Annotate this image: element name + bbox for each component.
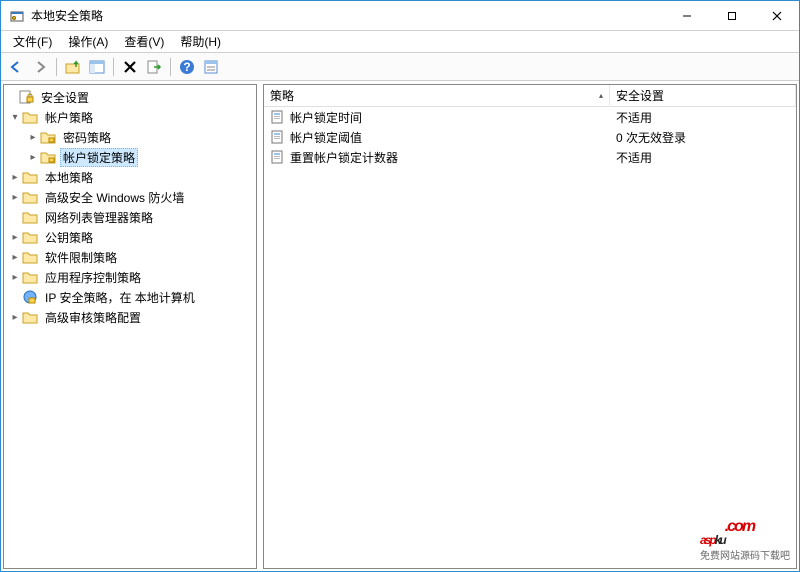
content-area: 安全设置 ▾ 帐户策略 ▸ 密码策略 ▸ 帐户锁定策略 [1, 81, 799, 571]
chevron-right-icon[interactable]: ▸ [8, 272, 22, 283]
menu-view[interactable]: 查看(V) [116, 31, 172, 52]
menubar: 文件(F) 操作(A) 查看(V) 帮助(H) [1, 31, 799, 53]
maximize-button[interactable] [709, 1, 754, 30]
chevron-right-icon[interactable]: ▸ [8, 252, 22, 263]
tree-password-policy[interactable]: ▸ 密码策略 [4, 127, 256, 147]
help-button[interactable]: ? [176, 56, 198, 78]
folder-icon [22, 109, 38, 125]
policy-icon [270, 149, 286, 165]
policy-name: 重置帐户锁定计数器 [290, 149, 398, 166]
properties-button[interactable] [200, 56, 222, 78]
list-row[interactable]: 帐户锁定时间 不适用 [264, 107, 796, 127]
policy-name: 帐户锁定阈值 [290, 129, 362, 146]
window-buttons [664, 1, 799, 30]
tree-firewall[interactable]: ▸ 高级安全 Windows 防火墙 [4, 187, 256, 207]
tree-ip-security[interactable]: ▸ IP 安全策略，在 本地计算机 [4, 287, 256, 307]
folder-icon [22, 189, 38, 205]
policy-value: 不适用 [610, 107, 796, 128]
tree-software-restriction[interactable]: ▸ 软件限制策略 [4, 247, 256, 267]
column-policy[interactable]: 策略 ▴ [264, 84, 610, 107]
toolbar-separator [56, 58, 57, 76]
menu-file[interactable]: 文件(F) [5, 31, 60, 52]
tree-audit[interactable]: ▸ 高级审核策略配置 [4, 307, 256, 327]
chevron-down-icon[interactable]: ▾ [8, 112, 22, 123]
security-icon [18, 89, 34, 105]
menu-action[interactable]: 操作(A) [60, 31, 116, 52]
ipsec-icon [22, 289, 38, 305]
folder-icon [22, 209, 38, 225]
policy-icon [270, 109, 286, 125]
window-frame: 本地安全策略 文件(F) 操作(A) 查看(V) 帮助(H) ? [0, 0, 800, 572]
toolbar: ? [1, 53, 799, 81]
folder-icon [22, 309, 38, 325]
policy-value: 0 次无效登录 [610, 127, 796, 148]
toolbar-separator [170, 58, 171, 76]
minimize-button[interactable] [664, 1, 709, 30]
close-button[interactable] [754, 1, 799, 30]
policy-name: 帐户锁定时间 [290, 109, 362, 126]
window-title: 本地安全策略 [31, 7, 664, 24]
list-panel: 策略 ▴ 安全设置 帐户锁定时间 不适用 帐户锁定阈值 [263, 84, 797, 569]
up-button[interactable] [62, 56, 84, 78]
chevron-right-icon[interactable]: ▸ [8, 232, 22, 243]
tree-panel[interactable]: 安全设置 ▾ 帐户策略 ▸ 密码策略 ▸ 帐户锁定策略 [3, 84, 257, 569]
folder-icon [22, 169, 38, 185]
tree-lockout-policy[interactable]: ▸ 帐户锁定策略 [4, 147, 256, 167]
forward-button[interactable] [29, 56, 51, 78]
menu-help[interactable]: 帮助(H) [172, 31, 229, 52]
show-hide-tree-button[interactable] [86, 56, 108, 78]
chevron-right-icon[interactable]: ▸ [8, 312, 22, 323]
column-setting[interactable]: 安全设置 [610, 84, 796, 107]
chevron-right-icon[interactable]: ▸ [8, 192, 22, 203]
svg-text:?: ? [183, 60, 190, 74]
folder-icon [22, 249, 38, 265]
tree-app-control[interactable]: ▸ 应用程序控制策略 [4, 267, 256, 287]
splitter[interactable] [258, 82, 262, 571]
policy-icon [270, 129, 286, 145]
tree-root-security-settings[interactable]: 安全设置 [4, 87, 256, 107]
titlebar[interactable]: 本地安全策略 [1, 1, 799, 31]
tree-local-policy[interactable]: ▸ 本地策略 [4, 167, 256, 187]
tree-account-policy[interactable]: ▾ 帐户策略 [4, 107, 256, 127]
back-button[interactable] [5, 56, 27, 78]
folder-lock-icon [40, 129, 56, 145]
chevron-right-icon[interactable]: ▸ [8, 172, 22, 183]
chevron-right-icon[interactable]: ▸ [26, 152, 40, 163]
toolbar-separator [113, 58, 114, 76]
list-row[interactable]: 帐户锁定阈值 0 次无效登录 [264, 127, 796, 147]
sort-indicator-icon: ▴ [599, 91, 603, 100]
list-rows: 帐户锁定时间 不适用 帐户锁定阈值 0 次无效登录 重置帐户锁定计数器 [264, 107, 796, 568]
list-header: 策略 ▴ 安全设置 [264, 85, 796, 107]
tree-network-list[interactable]: ▸ 网络列表管理器策略 [4, 207, 256, 227]
export-button[interactable] [143, 56, 165, 78]
tree-public-key[interactable]: ▸ 公钥策略 [4, 227, 256, 247]
app-icon [9, 8, 25, 24]
chevron-right-icon[interactable]: ▸ [26, 132, 40, 143]
folder-icon [22, 269, 38, 285]
policy-value: 不适用 [610, 147, 796, 168]
folder-lock-icon [40, 149, 56, 165]
list-row[interactable]: 重置帐户锁定计数器 不适用 [264, 147, 796, 167]
delete-button[interactable] [119, 56, 141, 78]
folder-icon [22, 229, 38, 245]
